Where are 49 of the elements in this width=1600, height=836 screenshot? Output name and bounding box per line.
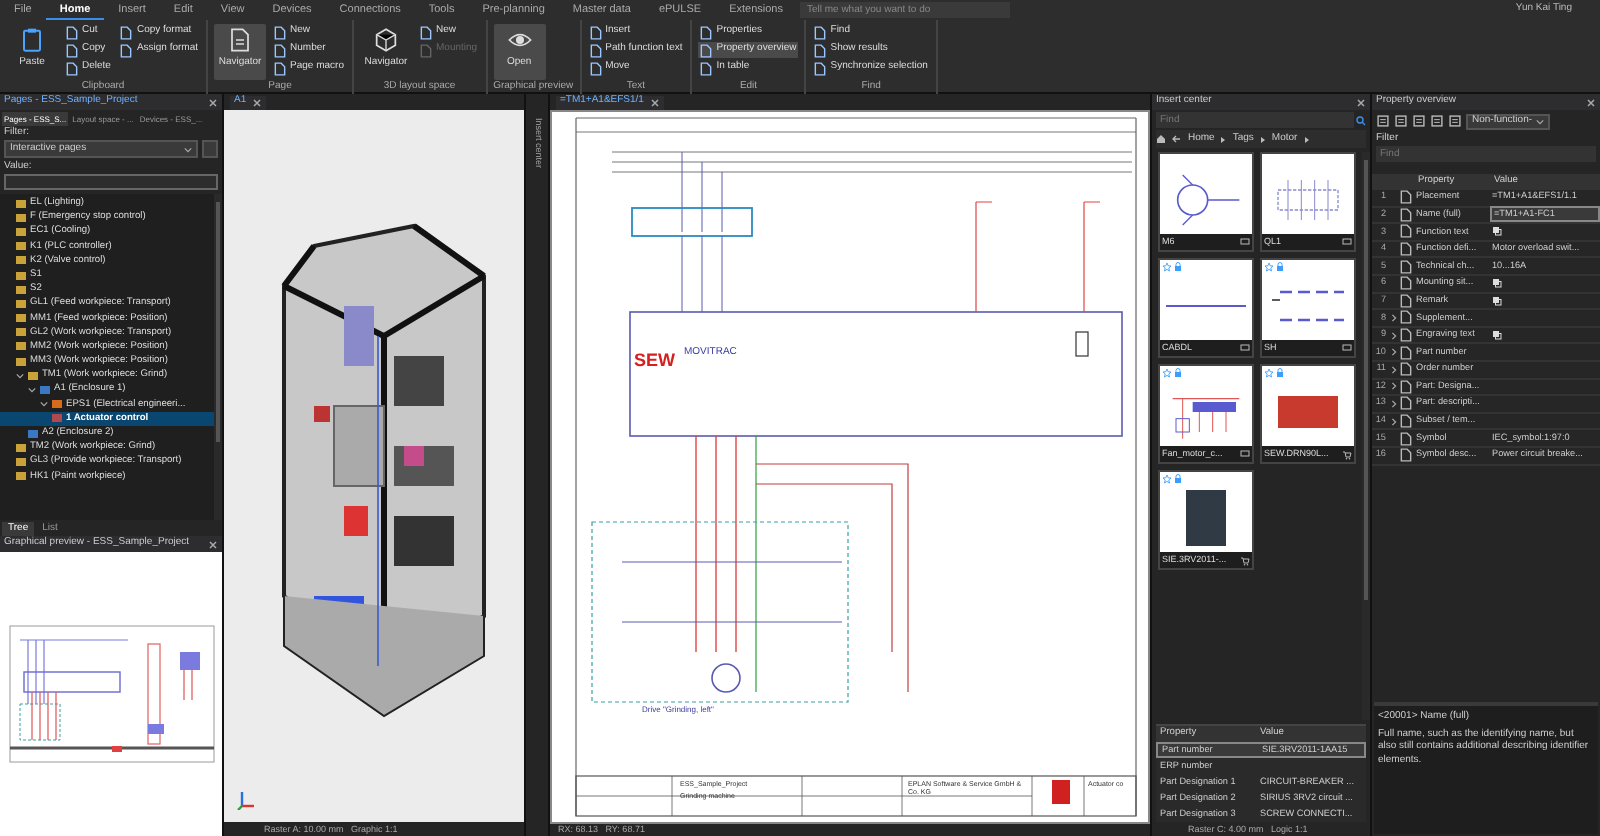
axes-icon xyxy=(236,790,256,810)
back-arrow-icon xyxy=(1172,134,1182,144)
location-icon xyxy=(28,429,38,438)
scrollbar[interactable] xyxy=(214,194,222,520)
toolbar-icon xyxy=(1430,114,1444,128)
chevron-icon xyxy=(1303,135,1310,143)
clipboard-icon xyxy=(20,28,44,52)
close-icon xyxy=(1356,97,1366,107)
toolbar-icon xyxy=(1376,114,1390,128)
lock-icon xyxy=(1174,262,1182,272)
photo-placeholder xyxy=(1278,396,1338,428)
toolbar-icon xyxy=(1394,114,1408,128)
toolbar-icon xyxy=(1412,114,1426,128)
home-icon xyxy=(1156,134,1166,144)
chevron-icon xyxy=(1259,135,1266,143)
location-icon xyxy=(40,386,50,395)
lock-icon xyxy=(1174,368,1182,378)
close-icon xyxy=(252,97,263,107)
document-icon xyxy=(228,28,253,52)
lock-icon xyxy=(1276,368,1284,378)
chevron-icon xyxy=(1536,117,1545,125)
value-field[interactable] xyxy=(4,174,218,190)
cart-icon xyxy=(1342,449,1352,459)
lock-icon xyxy=(1174,474,1182,484)
monitor-icon xyxy=(1342,238,1352,246)
photo-placeholder xyxy=(1186,490,1226,546)
chevron-icon xyxy=(1220,135,1227,143)
lock-icon xyxy=(1276,262,1284,272)
structure-icon xyxy=(52,400,62,409)
close-icon xyxy=(208,97,218,107)
cube-icon xyxy=(374,28,398,52)
more-button[interactable] xyxy=(202,140,218,158)
close-icon xyxy=(649,97,660,107)
search-icon xyxy=(1356,115,1366,125)
close-icon xyxy=(208,539,218,549)
line-symbol-drawing xyxy=(1166,302,1246,310)
monitor-icon xyxy=(1240,450,1250,458)
shield-symbol-drawing xyxy=(1270,288,1346,324)
monitor-icon xyxy=(1240,238,1250,246)
page-icon xyxy=(52,414,62,423)
cart-icon xyxy=(1240,555,1250,565)
monitor-icon xyxy=(1342,344,1352,352)
chevron-icon xyxy=(184,145,192,153)
logo-text: SEW xyxy=(634,352,676,370)
close-icon xyxy=(1586,97,1596,107)
eye-icon xyxy=(507,28,532,52)
monitor-icon xyxy=(1240,344,1250,352)
scrollbar[interactable] xyxy=(1362,152,1370,720)
toolbar-icon xyxy=(1448,114,1462,128)
